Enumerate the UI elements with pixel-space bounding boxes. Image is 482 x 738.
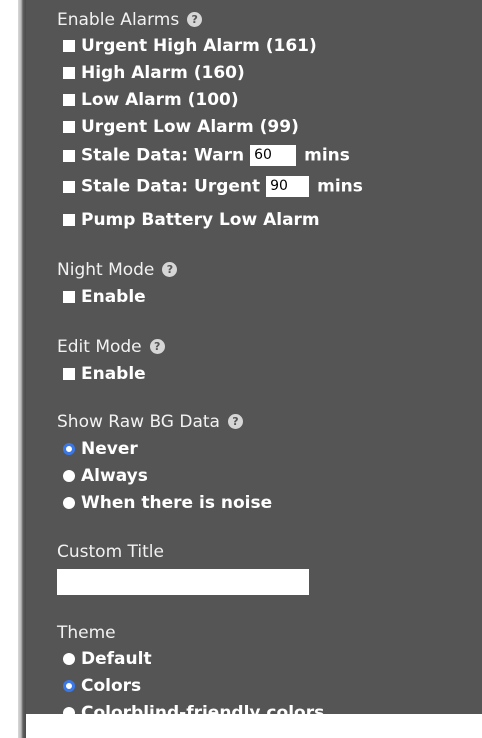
raw-bg-always-label: Always bbox=[81, 466, 148, 486]
theme-heading: Theme bbox=[57, 623, 116, 643]
pump-battery-label: Pump Battery Low Alarm bbox=[81, 210, 320, 230]
raw-bg-noise[interactable]: When there is noise bbox=[63, 493, 272, 513]
raw-bg-noise-label: When there is noise bbox=[81, 493, 273, 513]
checkbox[interactable] bbox=[63, 368, 75, 380]
custom-title-label: Custom Title bbox=[57, 542, 164, 562]
edit-mode-enable[interactable]: Enable bbox=[63, 364, 146, 384]
stale-urgent-unit: mins bbox=[317, 176, 363, 197]
theme-colorblind-label: Colorblind-friendly colors bbox=[81, 703, 325, 723]
checkbox[interactable] bbox=[63, 149, 75, 162]
raw-bg-never[interactable]: Never bbox=[63, 439, 138, 459]
alarm-urgent-high[interactable]: Urgent High Alarm (161) bbox=[63, 36, 317, 56]
alarm-high-label: High Alarm (160) bbox=[81, 63, 245, 83]
help-circle-icon[interactable]: ? bbox=[149, 339, 165, 354]
pump-battery-alarm[interactable]: Pump Battery Low Alarm bbox=[63, 210, 320, 230]
stale-urgent-minutes-input[interactable] bbox=[266, 176, 310, 197]
raw-bg-section: Show Raw BG Data? bbox=[57, 412, 243, 432]
alarm-urgent-high-label: Urgent High Alarm (161) bbox=[81, 36, 317, 56]
help-circle-icon[interactable]: ? bbox=[227, 414, 243, 429]
theme-colorblind[interactable]: Colorblind-friendly colors bbox=[63, 703, 324, 723]
radio-button[interactable] bbox=[63, 707, 75, 719]
alarm-low-label: Low Alarm (100) bbox=[81, 90, 239, 110]
settings-window: Enable Alarms? Urgent High Alarm (161) H… bbox=[0, 0, 482, 738]
stale-warn-minutes-input[interactable] bbox=[250, 145, 297, 166]
theme-colors-label: Colors bbox=[81, 676, 142, 696]
alarms-heading: Enable Alarms bbox=[57, 10, 180, 30]
night-mode-enable-label: Enable bbox=[81, 287, 146, 307]
checkbox[interactable] bbox=[63, 180, 75, 193]
edit-mode-section: Edit Mode? bbox=[57, 337, 165, 357]
radio-button[interactable] bbox=[63, 497, 75, 509]
alarm-high[interactable]: High Alarm (160) bbox=[63, 63, 245, 83]
theme-default-label: Default bbox=[81, 649, 152, 669]
alarm-urgent-low[interactable]: Urgent Low Alarm (99) bbox=[63, 117, 299, 137]
stale-urgent-label: Stale Data: Urgent bbox=[81, 176, 261, 197]
stale-data-urgent[interactable]: Stale Data: Urgent mins bbox=[63, 176, 363, 197]
raw-bg-heading: Show Raw BG Data bbox=[57, 412, 220, 432]
custom-title-input[interactable] bbox=[57, 569, 309, 595]
night-mode-section: Night Mode? bbox=[57, 260, 178, 280]
checkbox[interactable] bbox=[63, 67, 75, 79]
checkbox[interactable] bbox=[63, 291, 75, 303]
radio-button-selected[interactable] bbox=[63, 443, 75, 455]
theme-colors[interactable]: Colors bbox=[63, 676, 141, 696]
radio-button[interactable] bbox=[63, 470, 75, 482]
stale-warn-unit: mins bbox=[304, 145, 350, 166]
alarm-low[interactable]: Low Alarm (100) bbox=[63, 90, 239, 110]
checkbox[interactable] bbox=[63, 121, 75, 133]
checkbox[interactable] bbox=[63, 94, 75, 106]
stale-warn-label: Stale Data: Warn bbox=[81, 145, 245, 166]
checkbox[interactable] bbox=[63, 214, 75, 226]
edit-mode-heading: Edit Mode bbox=[57, 337, 142, 357]
raw-bg-never-label: Never bbox=[81, 439, 138, 459]
alarm-urgent-low-label: Urgent Low Alarm (99) bbox=[81, 117, 299, 137]
help-circle-icon[interactable]: ? bbox=[187, 12, 203, 27]
night-mode-heading: Night Mode bbox=[57, 260, 155, 280]
raw-bg-always[interactable]: Always bbox=[63, 466, 148, 486]
theme-default[interactable]: Default bbox=[63, 649, 152, 669]
help-circle-icon[interactable]: ? bbox=[162, 262, 178, 277]
stale-data-warn[interactable]: Stale Data: Warn mins bbox=[63, 145, 350, 166]
edit-mode-enable-label: Enable bbox=[81, 364, 146, 384]
radio-button-selected[interactable] bbox=[63, 680, 75, 692]
panel-edge bbox=[18, 0, 26, 738]
night-mode-enable[interactable]: Enable bbox=[63, 287, 146, 307]
alarms-section: Enable Alarms? bbox=[57, 10, 203, 30]
radio-button[interactable] bbox=[63, 653, 75, 665]
checkbox[interactable] bbox=[63, 40, 75, 52]
